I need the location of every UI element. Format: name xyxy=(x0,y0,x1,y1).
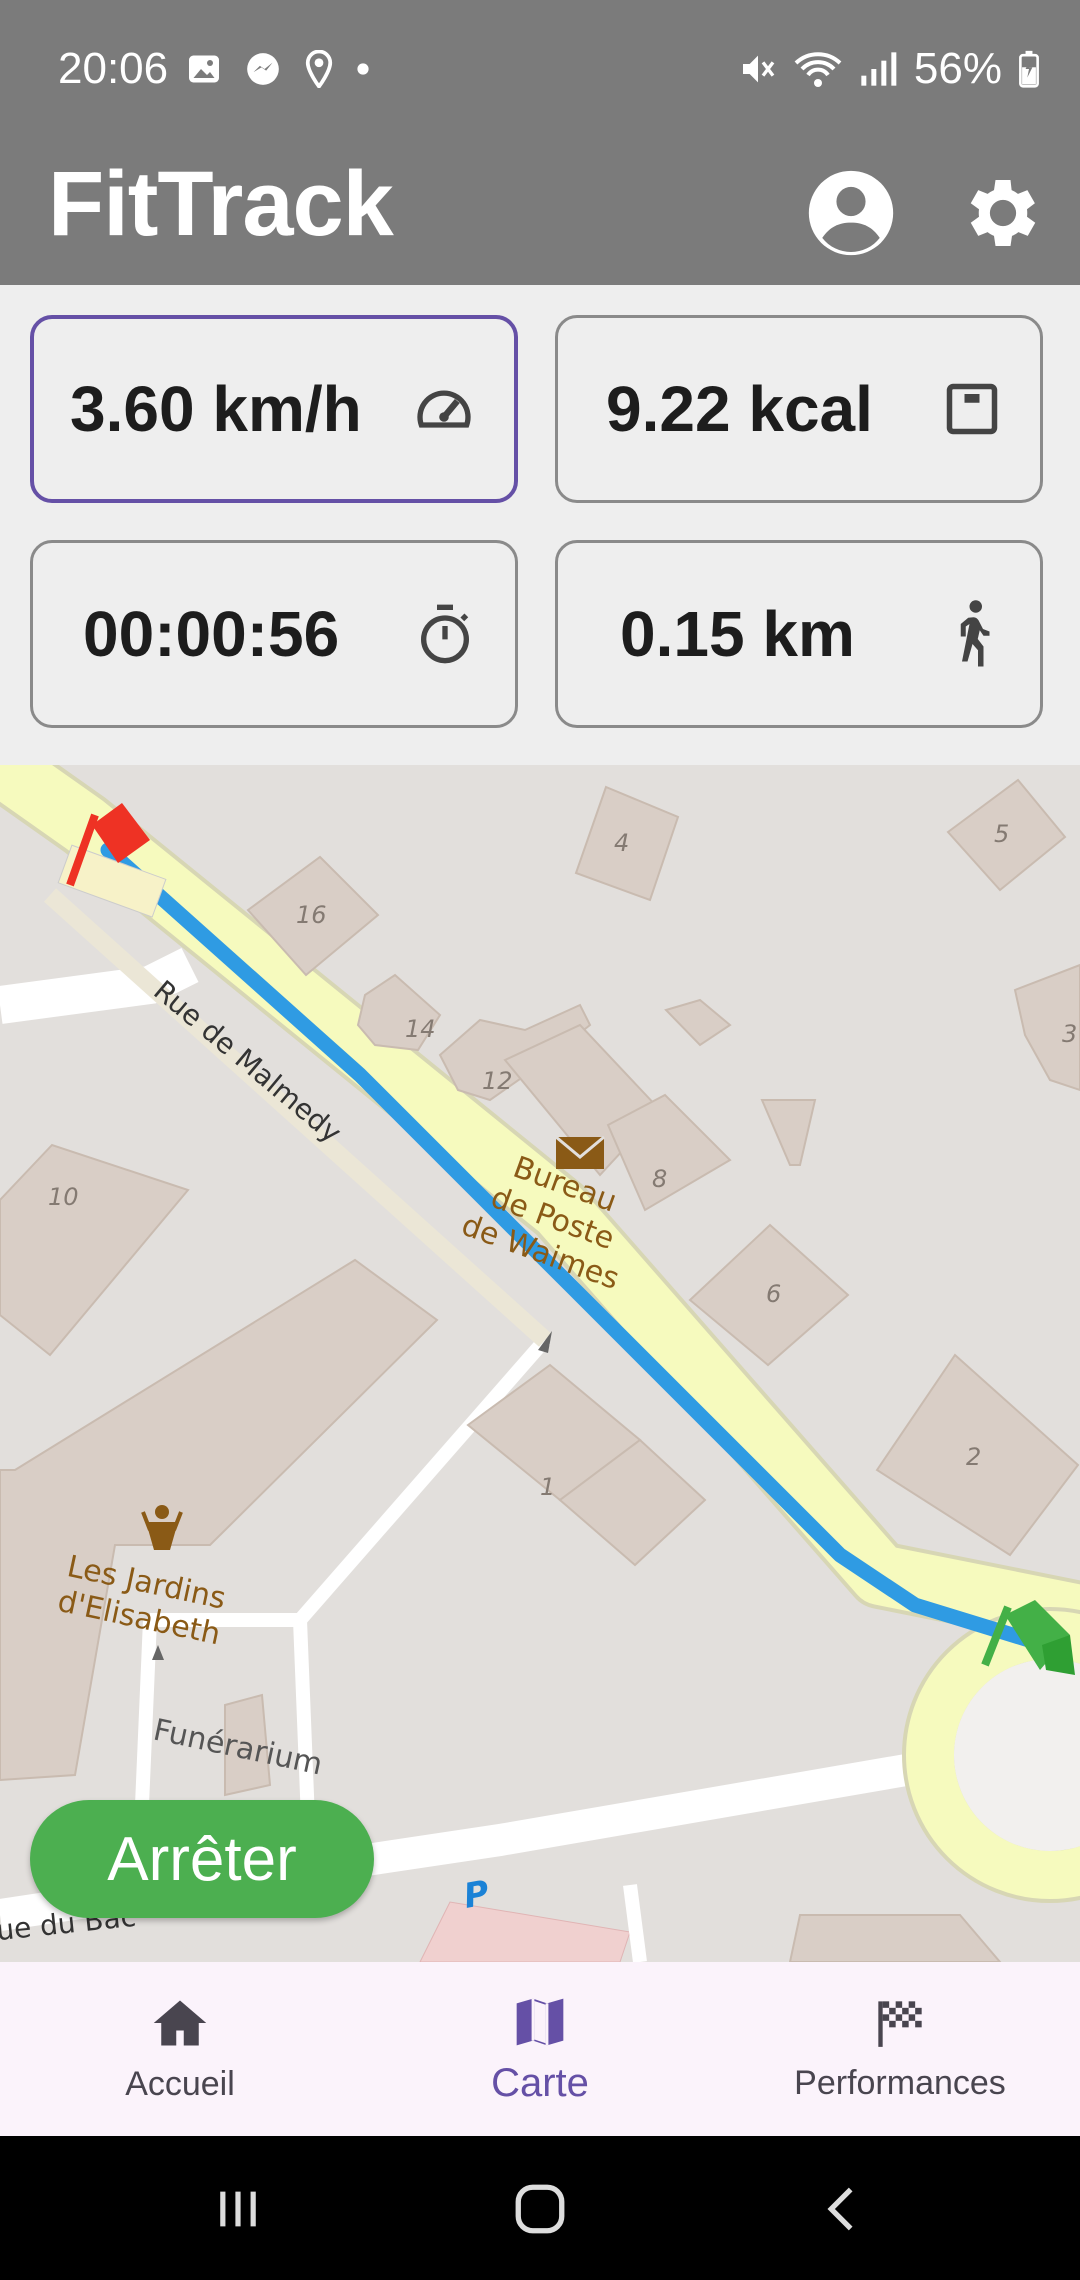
house-number: 1 xyxy=(540,1473,556,1501)
walking-icon xyxy=(960,600,990,667)
house-number: 8 xyxy=(652,1165,668,1193)
home-circle-icon xyxy=(515,2184,565,2234)
speed-card[interactable]: 3.60 km/h xyxy=(30,315,518,503)
scale-icon xyxy=(946,383,998,435)
nav-item-carte[interactable]: Carte xyxy=(360,1962,720,2136)
distance-value: 0.15 km xyxy=(620,598,855,670)
nav-label: Carte xyxy=(491,2060,589,2105)
recent-apps-icon xyxy=(220,2191,256,2227)
status-bar: 20:06 56% xyxy=(0,0,1080,140)
house-number: 4 xyxy=(614,829,630,857)
home-icon xyxy=(153,2000,207,2045)
map-view[interactable]: 4 5 16 14 12 8 6 10 1 2 3 Rue de Malmedy… xyxy=(0,765,1080,1962)
battery-charging-icon xyxy=(1019,50,1039,88)
app-bar: FitTrack xyxy=(0,140,1080,285)
poi-label-gardens: Les Jardins d'Elisabeth xyxy=(54,1549,231,1654)
house-number: 3 xyxy=(1062,1020,1078,1048)
gallery-icon xyxy=(189,55,219,83)
house-number: 2 xyxy=(966,1443,982,1471)
dot-icon xyxy=(357,63,369,75)
house-number: 12 xyxy=(482,1067,513,1095)
bottom-navigation: Accueil Carte Performances xyxy=(0,1962,1080,2136)
profile-button[interactable] xyxy=(796,158,906,268)
street-label-malmedy: Rue de Malmedy xyxy=(147,973,348,1150)
calories-card[interactable]: 9.22 kcal xyxy=(555,315,1043,503)
distance-card[interactable]: 0.15 km xyxy=(555,540,1043,728)
map-labels: 4 5 16 14 12 8 6 10 1 2 3 Rue de Malmedy… xyxy=(0,765,1080,1962)
battery-percent: 56% xyxy=(913,44,1002,93)
back-chevron-icon xyxy=(827,2187,853,2231)
stop-button[interactable]: Arrêter xyxy=(30,1800,374,1918)
system-navigation-bar xyxy=(0,2136,1080,2280)
location-icon xyxy=(305,50,333,88)
system-status: 56% xyxy=(738,44,1040,94)
poi-label-funeral: Funérarium xyxy=(150,1712,326,1783)
house-number: 10 xyxy=(48,1183,79,1211)
wifi-icon xyxy=(794,52,842,87)
account-circle-icon xyxy=(808,170,894,256)
parking-icon: P xyxy=(460,1873,493,1917)
signal-icon xyxy=(861,52,897,86)
duration-card[interactable]: 00:00:56 xyxy=(30,540,518,728)
speedometer-icon xyxy=(417,390,471,428)
messenger-icon xyxy=(247,53,279,85)
nav-item-accueil[interactable]: Accueil xyxy=(0,1962,360,2136)
stopwatch-icon xyxy=(421,604,469,664)
app-title: FitTrack xyxy=(48,153,394,255)
nav-item-performances[interactable]: Performances xyxy=(720,1962,1080,2136)
nav-label: Accueil xyxy=(125,2064,235,2103)
checkered-flag-icon xyxy=(878,2000,922,2047)
nav-label: Performances xyxy=(794,2063,1006,2102)
mute-icon xyxy=(742,55,775,83)
gear-icon xyxy=(970,180,1036,246)
back-button[interactable] xyxy=(802,2172,882,2246)
recent-apps-button[interactable] xyxy=(198,2172,278,2246)
house-number: 5 xyxy=(994,820,1010,848)
settings-button[interactable] xyxy=(948,158,1058,268)
house-number: 14 xyxy=(405,1015,436,1043)
poi-label-post-office: Bureau de Poste de Waimes xyxy=(457,1140,649,1298)
home-button[interactable] xyxy=(500,2172,580,2246)
map-icon xyxy=(516,1998,564,2045)
speed-value: 3.60 km/h xyxy=(70,373,362,445)
status-time: 20:06 xyxy=(58,44,169,93)
stats-panel: 3.60 km/h 9.22 kcal 00:00:56 0.15 km xyxy=(0,285,1080,765)
duration-value: 00:00:56 xyxy=(83,598,340,670)
calories-value: 9.22 kcal xyxy=(606,373,873,445)
house-number: 6 xyxy=(766,1280,782,1308)
house-number: 16 xyxy=(296,901,327,929)
notification-icons xyxy=(186,50,370,88)
